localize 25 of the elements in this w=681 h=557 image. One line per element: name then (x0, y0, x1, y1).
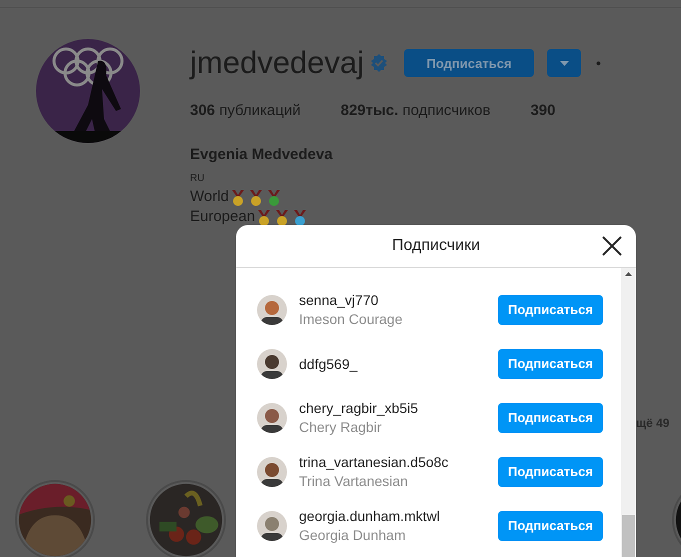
follower-full-name: Chery Ragbir (299, 418, 382, 437)
follower-full-name: Imeson Courage (299, 310, 404, 329)
follower-username[interactable]: ddfg569_ (299, 354, 498, 374)
follow-button[interactable]: Подписаться (498, 403, 603, 433)
follower-full-name: Georgia Dunham (299, 526, 407, 545)
profile-stat[interactable]: 829тыс. подписчиков (340, 100, 490, 122)
follower-username[interactable]: senna_vj770 (299, 291, 498, 310)
follower-username[interactable]: chery_ragbir_xb5i5 (299, 399, 498, 418)
country-code: RU (190, 172, 206, 186)
bio-line: World (190, 187, 229, 208)
follower-username[interactable]: georgia.dunham.mktwl (299, 507, 498, 526)
follower-full-name: Trina Vartanesian (299, 472, 409, 491)
follow-button[interactable]: Подписаться (404, 49, 534, 78)
profile-stat[interactable]: 306 публикаций (190, 100, 301, 122)
follow-button[interactable]: Подписаться (498, 295, 603, 325)
follower-username[interactable]: trina_vartanesian.d5o8c (299, 453, 498, 472)
follow-button[interactable]: Подписаться (498, 511, 603, 541)
username: jmedvedevaj (190, 44, 364, 82)
dialog-title: Подписчики (392, 236, 480, 256)
full-name: Evgenia Medvedeva (190, 145, 334, 165)
profile-stat[interactable]: 390 (530, 100, 556, 122)
bio-line: European (190, 207, 256, 228)
follow-button[interactable]: Подписаться (498, 457, 603, 487)
more-options[interactable]: • (596, 52, 601, 74)
follow-button[interactable]: Подписаться (498, 349, 603, 379)
